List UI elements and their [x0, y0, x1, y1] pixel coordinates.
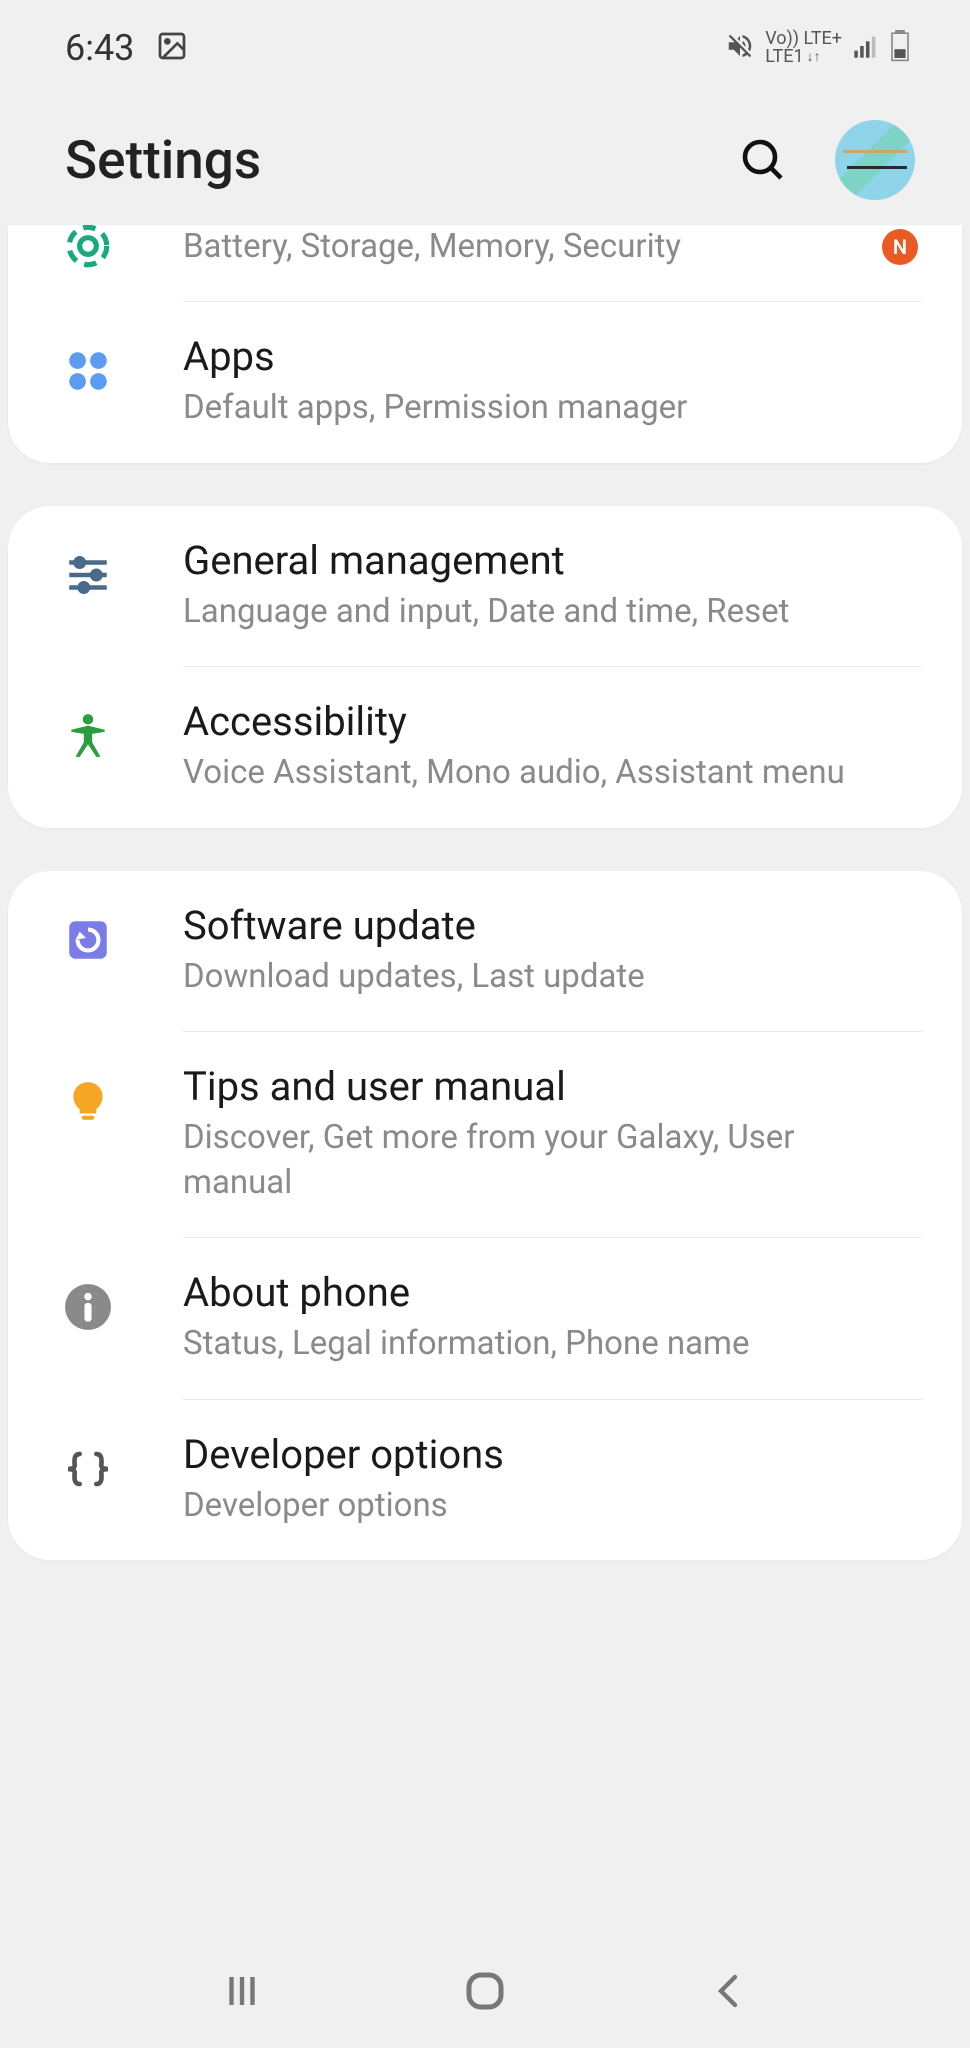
update-icon [63, 915, 113, 965]
settings-item-accessibility[interactable]: Accessibility Voice Assistant, Mono audi… [8, 667, 962, 828]
status-bar: 6:43 Vo)) LTE+ LTE1↓↑ [0, 0, 970, 95]
home-icon [461, 1967, 509, 2015]
apps-icon [63, 346, 113, 396]
search-button[interactable] [735, 133, 790, 188]
navigation-bar [0, 1933, 970, 2048]
network-indicators: Vo)) LTE+ LTE1↓↑ [765, 30, 842, 66]
back-button[interactable] [698, 1961, 758, 2021]
settings-item-developer[interactable]: Developer options Developer options [8, 1400, 962, 1561]
settings-item-software-update[interactable]: Software update Download updates, Last u… [8, 871, 962, 1032]
clock-time: 6:43 [65, 27, 134, 69]
battery-icon [890, 30, 910, 66]
settings-item-about-phone[interactable]: About phone Status, Legal information, P… [8, 1238, 962, 1399]
settings-list: Device care Battery, Storage, Memory, Se… [0, 225, 970, 1560]
recents-icon [221, 1970, 263, 2012]
item-title: Accessibility [183, 697, 872, 747]
settings-group: Software update Download updates, Last u… [8, 871, 962, 1561]
settings-item-tips[interactable]: Tips and user manual Discover, Get more … [8, 1032, 962, 1237]
item-subtitle: Download updates, Last update [183, 955, 872, 1000]
gallery-icon [156, 30, 188, 66]
home-button[interactable] [455, 1961, 515, 2021]
notification-badge: N [882, 229, 918, 265]
settings-group: General management Language and input, D… [8, 506, 962, 828]
item-title: Developer options [183, 1430, 872, 1480]
item-title: General management [183, 536, 872, 586]
signal-icon [852, 32, 880, 64]
item-title: About phone [183, 1268, 872, 1318]
recents-button[interactable] [212, 1961, 272, 2021]
braces-icon [63, 1444, 113, 1494]
profile-avatar[interactable] [835, 120, 915, 200]
item-title: Apps [183, 332, 872, 382]
back-icon [707, 1970, 749, 2012]
settings-item-device-care[interactable]: Device care Battery, Storage, Memory, Se… [8, 225, 962, 301]
item-subtitle: Battery, Storage, Memory, Security [183, 225, 872, 270]
bulb-icon [63, 1076, 113, 1126]
item-subtitle: Voice Assistant, Mono audio, Assistant m… [183, 751, 872, 796]
settings-header: Settings [0, 95, 970, 225]
mute-vibrate-icon [725, 31, 755, 65]
item-title: Software update [183, 901, 872, 951]
item-subtitle: Discover, Get more from your Galaxy, Use… [183, 1116, 872, 1205]
item-subtitle: Language and input, Date and time, Reset [183, 590, 872, 635]
device-care-icon [63, 225, 113, 271]
accessibility-icon [63, 711, 113, 761]
settings-group: Device care Battery, Storage, Memory, Se… [8, 225, 962, 463]
item-subtitle: Default apps, Permission manager [183, 386, 872, 431]
item-subtitle: Status, Legal information, Phone name [183, 1322, 872, 1367]
item-subtitle: Developer options [183, 1484, 872, 1529]
item-title: Tips and user manual [183, 1062, 872, 1112]
search-icon [739, 136, 787, 184]
page-title: Settings [65, 129, 261, 191]
sliders-icon [63, 550, 113, 600]
settings-item-apps[interactable]: Apps Default apps, Permission manager [8, 302, 962, 463]
settings-item-general-management[interactable]: General management Language and input, D… [8, 506, 962, 667]
info-icon [63, 1282, 113, 1332]
